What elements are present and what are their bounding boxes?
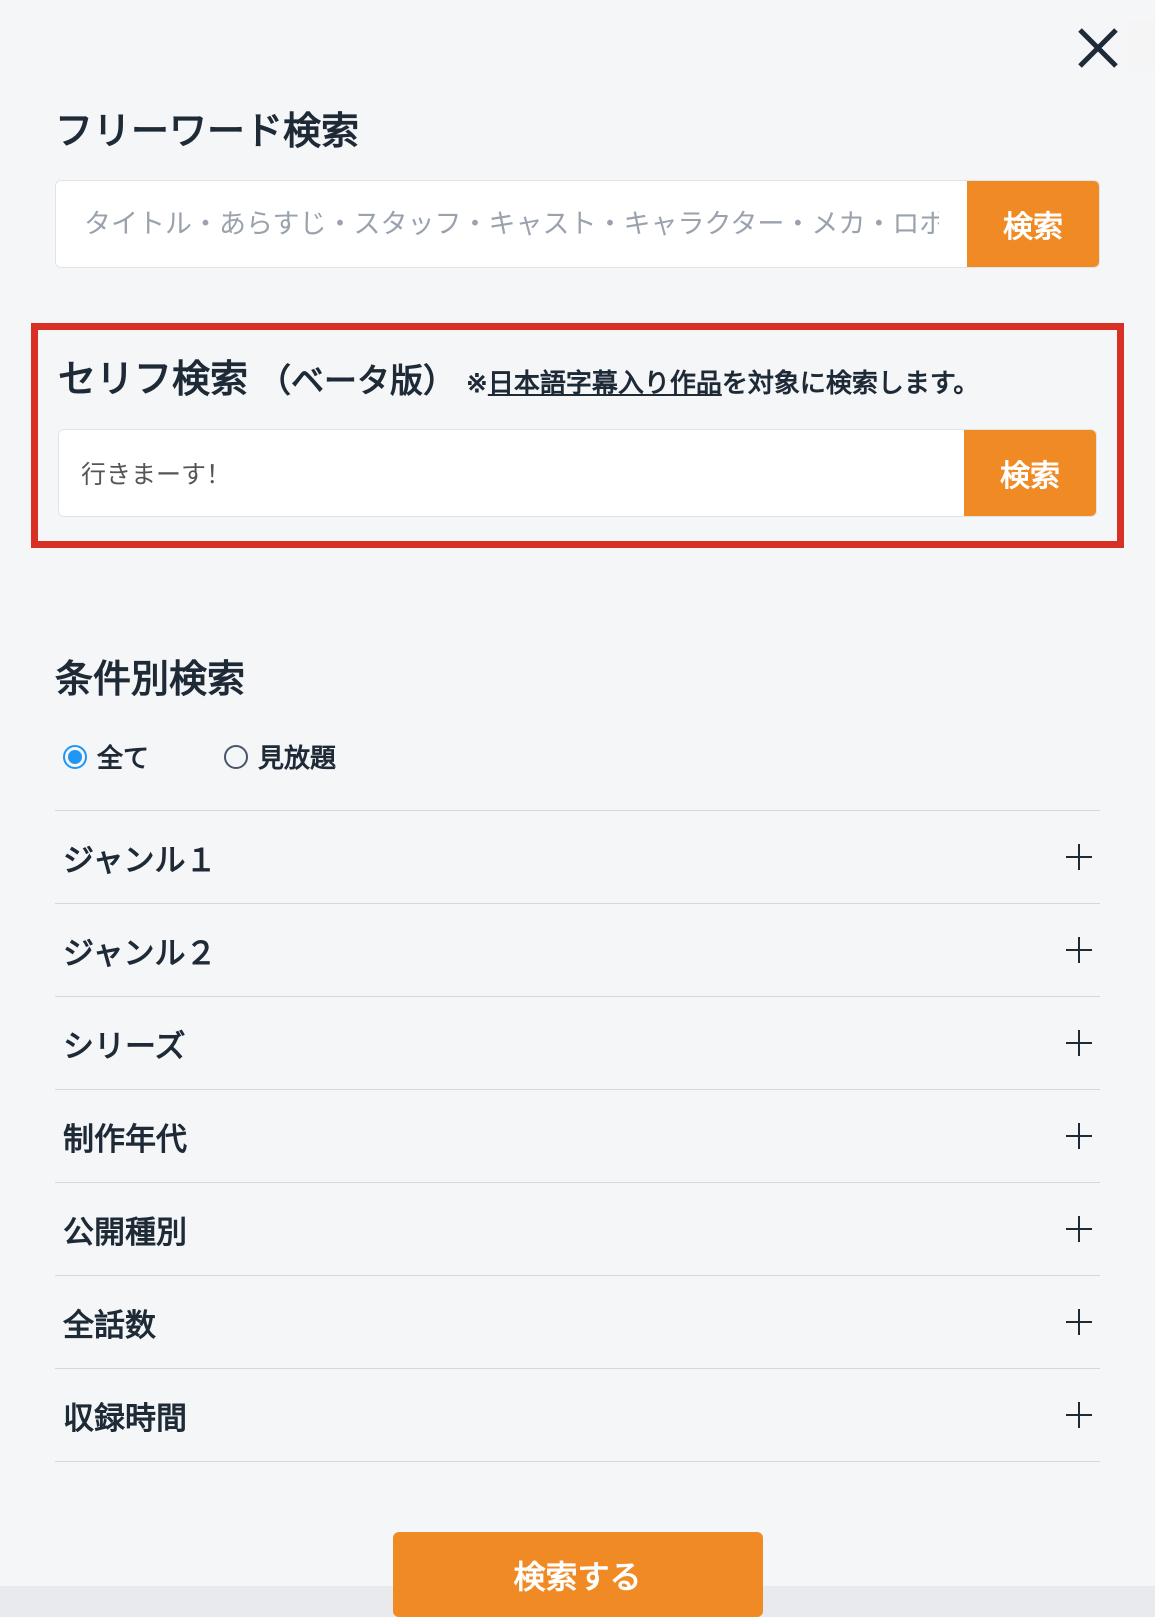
conditions-section-title: 条件別検索 [55, 648, 1100, 703]
plus-icon [1066, 844, 1092, 870]
serif-search-button[interactable]: 検索 [964, 430, 1096, 516]
radio-icon-checked [63, 745, 87, 769]
serif-note: ※日本語字幕入り作品を対象に検索します。 [466, 363, 979, 400]
serif-search-row: 検索 [58, 429, 1097, 517]
radio-group: 全て 見放題 [55, 738, 1100, 775]
accordion: ジャンル１ ジャンル２ シリーズ 制作年代 公開種別 [55, 810, 1100, 1462]
accordion-episode-count[interactable]: 全話数 [55, 1276, 1100, 1369]
plus-icon [1066, 1216, 1092, 1242]
search-modal-overlay: フリーワード検索 検索 セリフ検索 （ベータ版） ※日本語字幕入り作品を対象に検… [0, 0, 1155, 1586]
serif-note-link[interactable]: 日本語字幕入り作品 [488, 368, 722, 398]
accordion-release-type[interactable]: 公開種別 [55, 1183, 1100, 1276]
serif-highlight-box: セリフ検索 （ベータ版） ※日本語字幕入り作品を対象に検索します。 検索 [31, 323, 1124, 548]
serif-input[interactable] [59, 430, 964, 516]
radio-all-label: 全て [97, 738, 149, 775]
serif-beta-label: （ベータ版） [258, 354, 456, 402]
radio-all[interactable]: 全て [63, 738, 149, 775]
serif-title-row: セリフ検索 （ベータ版） ※日本語字幕入り作品を対象に検索します。 [58, 348, 1097, 403]
freeword-input[interactable] [56, 181, 967, 267]
serif-section-title: セリフ検索 [58, 348, 248, 403]
freeword-search-row: 検索 [55, 180, 1100, 268]
radio-unlimited-label: 見放題 [258, 738, 336, 775]
submit-search-button[interactable]: 検索する [393, 1532, 763, 1617]
close-button[interactable] [1070, 20, 1125, 75]
freeword-section-title: フリーワード検索 [55, 100, 1100, 155]
freeword-search-button[interactable]: 検索 [967, 181, 1099, 267]
accordion-genre1[interactable]: ジャンル１ [55, 811, 1100, 904]
plus-icon [1066, 937, 1092, 963]
radio-icon-unchecked [224, 745, 248, 769]
plus-icon [1066, 1402, 1092, 1428]
radio-unlimited[interactable]: 見放題 [224, 738, 336, 775]
accordion-genre2[interactable]: ジャンル２ [55, 904, 1100, 997]
accordion-runtime[interactable]: 収録時間 [55, 1369, 1100, 1462]
plus-icon [1066, 1123, 1092, 1149]
accordion-series[interactable]: シリーズ [55, 997, 1100, 1090]
plus-icon [1066, 1309, 1092, 1335]
accordion-era[interactable]: 制作年代 [55, 1090, 1100, 1183]
plus-icon [1066, 1030, 1092, 1056]
close-icon [1074, 24, 1122, 72]
